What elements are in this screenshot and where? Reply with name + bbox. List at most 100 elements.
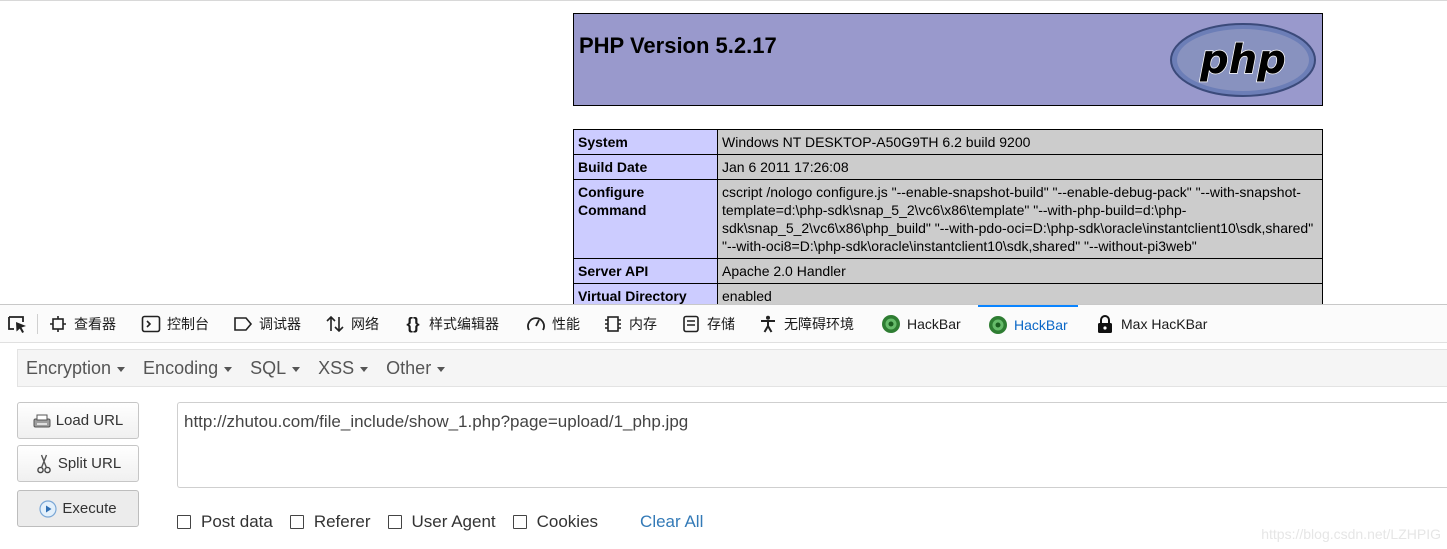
menu-xss[interactable]: XSS bbox=[318, 357, 369, 379]
row-value: enabled bbox=[717, 283, 1323, 304]
caret-down-icon bbox=[437, 366, 446, 372]
menu-label: Encoding bbox=[143, 357, 219, 378]
checkbox-box[interactable] bbox=[177, 515, 191, 529]
tab-performance[interactable]: 性能 bbox=[526, 305, 580, 343]
accessibility-icon bbox=[758, 314, 778, 334]
php-logo: php bbox=[1170, 23, 1316, 97]
play-icon bbox=[39, 499, 57, 518]
cookies-checkbox[interactable]: Cookies bbox=[512, 512, 599, 532]
load-url-button[interactable]: Load URL bbox=[17, 402, 139, 439]
tab-accessibility[interactable]: 无障碍环境 bbox=[758, 305, 854, 343]
php-info-table: System Windows NT DESKTOP-A50G9TH 6.2 bu… bbox=[573, 129, 1323, 304]
row-key: Build Date bbox=[573, 154, 718, 180]
tab-label: 内存 bbox=[629, 316, 657, 332]
caret-down-icon bbox=[360, 366, 369, 372]
hackbar-options: Post data Referer User Agent Cookies Cle… bbox=[177, 511, 703, 533]
tab-console[interactable]: 控制台 bbox=[141, 305, 209, 343]
tab-label: 无障碍环境 bbox=[784, 316, 854, 332]
load-url-icon bbox=[33, 412, 51, 430]
post-data-checkbox[interactable]: Post data bbox=[177, 512, 273, 532]
menu-other[interactable]: Other bbox=[386, 357, 446, 379]
option-label: Cookies bbox=[536, 512, 599, 531]
button-label: Execute bbox=[62, 500, 117, 517]
row-value: cscript /nologo configure.js "--enable-s… bbox=[717, 179, 1323, 259]
row-value: Windows NT DESKTOP-A50G9TH 6.2 build 920… bbox=[717, 129, 1323, 155]
memory-icon bbox=[603, 314, 623, 334]
tab-debugger[interactable]: 调试器 bbox=[233, 305, 301, 343]
style-editor-icon: {} bbox=[406, 314, 420, 333]
devtools-panel: 查看器 控制台 调试器 网络 {} 样式编辑器 性能 内存 存储 无障碍环境 H… bbox=[0, 304, 1447, 549]
network-icon bbox=[325, 314, 345, 334]
button-label: Split URL bbox=[57, 455, 122, 472]
console-icon bbox=[141, 314, 161, 334]
tab-label: 性能 bbox=[552, 316, 580, 332]
devtools-tab-bar: 查看器 控制台 调试器 网络 {} 样式编辑器 性能 内存 存储 无障碍环境 H… bbox=[0, 305, 1447, 343]
caret-down-icon bbox=[292, 366, 301, 372]
hackbar-icon bbox=[988, 315, 1008, 335]
split-url-button[interactable]: Split URL bbox=[17, 445, 139, 482]
menu-label: Other bbox=[386, 357, 432, 378]
max-hackbar-icon bbox=[1095, 314, 1115, 334]
tab-label: 查看器 bbox=[74, 316, 116, 332]
menu-encryption[interactable]: Encryption bbox=[26, 357, 126, 379]
scissors-icon bbox=[35, 454, 53, 473]
php-version-title: PHP Version 5.2.17 bbox=[579, 33, 777, 58]
menu-label: Encryption bbox=[26, 357, 112, 378]
web-page: PHP Version 5.2.17 php System Windows NT… bbox=[0, 0, 1447, 304]
tab-max-hackbar[interactable]: Max HacKBar bbox=[1095, 305, 1207, 343]
menu-label: XSS bbox=[318, 357, 355, 378]
row-key: Virtual Directory bbox=[573, 283, 718, 304]
option-label: Post data bbox=[201, 512, 273, 531]
tab-memory[interactable]: 内存 bbox=[603, 305, 657, 343]
php-header: PHP Version 5.2.17 php bbox=[573, 13, 1323, 106]
watermark: https://blog.csdn.net/LZHPIG bbox=[1261, 526, 1441, 542]
checkbox-box[interactable] bbox=[289, 515, 304, 529]
menu-sql[interactable]: SQL bbox=[250, 357, 301, 379]
storage-icon bbox=[681, 314, 701, 334]
tab-style-editor[interactable]: {} 样式编辑器 bbox=[403, 305, 499, 343]
tab-label: Max HacKBar bbox=[1121, 316, 1208, 332]
tab-divider bbox=[37, 314, 38, 334]
tab-label: HackBar bbox=[907, 316, 961, 332]
performance-icon bbox=[526, 314, 546, 334]
inspector-icon bbox=[48, 314, 68, 334]
row-key: System bbox=[573, 129, 718, 155]
option-label: User Agent bbox=[411, 512, 496, 531]
row-value: Jan 6 2011 17:26:08 bbox=[717, 154, 1323, 180]
caret-down-icon bbox=[117, 366, 126, 372]
url-textarea[interactable]: http://zhutou.com/file_include/show_1.ph… bbox=[177, 402, 1447, 488]
checkbox-box[interactable] bbox=[387, 515, 402, 529]
hackbar-icon bbox=[881, 314, 901, 334]
table-row: Configure Command cscript /nologo config… bbox=[573, 179, 1323, 259]
tab-hackbar-1[interactable]: HackBar bbox=[881, 305, 961, 343]
clear-all-link[interactable]: Clear All bbox=[640, 512, 703, 532]
button-label: Load URL bbox=[55, 412, 124, 429]
tab-label: HackBar bbox=[1014, 317, 1068, 333]
table-row: Build Date Jan 6 2011 17:26:08 bbox=[573, 154, 1323, 180]
tab-network[interactable]: 网络 bbox=[325, 305, 379, 343]
checkbox-box[interactable] bbox=[512, 515, 527, 529]
tab-label: 网络 bbox=[351, 316, 379, 332]
tab-label: 存储 bbox=[707, 316, 735, 332]
tab-label: 控制台 bbox=[167, 316, 209, 332]
caret-down-icon bbox=[224, 366, 233, 372]
execute-button[interactable]: Execute bbox=[17, 490, 139, 527]
element-picker-icon[interactable] bbox=[6, 314, 30, 334]
row-key: Server API bbox=[573, 258, 718, 284]
tab-label: 样式编辑器 bbox=[429, 316, 499, 332]
php-logo-text: php bbox=[1199, 37, 1286, 83]
table-row: System Windows NT DESKTOP-A50G9TH 6.2 bu… bbox=[573, 129, 1323, 155]
row-key: Configure Command bbox=[573, 179, 718, 259]
table-row: Virtual Directory enabled bbox=[573, 283, 1323, 304]
user-agent-checkbox[interactable]: User Agent bbox=[387, 512, 496, 532]
menu-encoding[interactable]: Encoding bbox=[143, 357, 233, 379]
tab-hackbar-2[interactable]: HackBar bbox=[978, 305, 1078, 343]
tab-inspector[interactable]: 查看器 bbox=[48, 305, 116, 343]
menu-label: SQL bbox=[250, 357, 287, 378]
tab-storage[interactable]: 存储 bbox=[681, 305, 735, 343]
option-label: Referer bbox=[313, 512, 371, 531]
table-row: Server API Apache 2.0 Handler bbox=[573, 258, 1323, 284]
tab-label: 调试器 bbox=[259, 316, 301, 332]
hackbar-menu: Encryption Encoding SQL XSS Other bbox=[17, 349, 1447, 387]
referer-checkbox[interactable]: Referer bbox=[289, 512, 371, 532]
